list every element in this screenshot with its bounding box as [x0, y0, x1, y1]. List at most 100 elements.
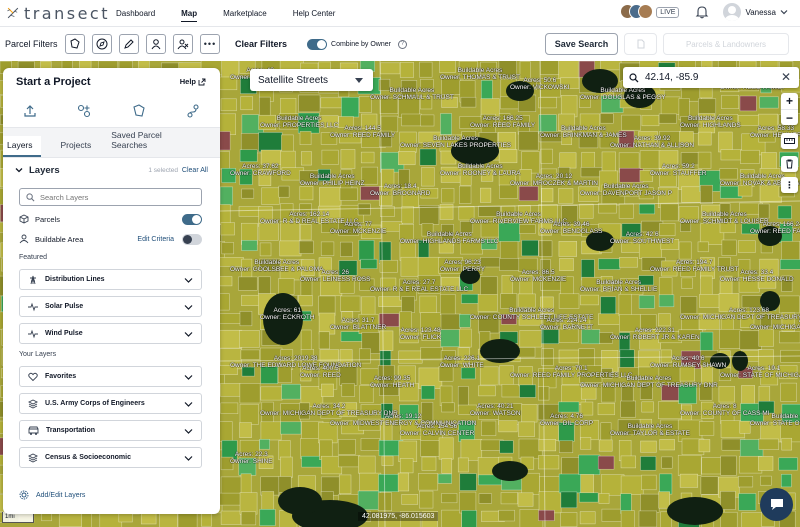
person-pin-icon — [19, 234, 29, 244]
map-style-select[interactable]: Satellite Streets — [250, 69, 373, 91]
featured-distribution-lines[interactable]: Distribution Lines — [19, 269, 202, 290]
pencil-filter-button[interactable] — [119, 34, 139, 54]
layer-search-input[interactable] — [40, 192, 190, 202]
parcel-label: Buildable Acres Owner: THOMAS & TRUST — [440, 67, 520, 81]
coordinate-search[interactable]: ✕ — [623, 67, 799, 88]
parcel-label-acres: Acres: 224.24 — [546, 317, 587, 324]
user-name[interactable]: Vanessa — [745, 8, 776, 17]
parcel-label-acres: Acres: 400.5 — [302, 365, 339, 372]
parcel-label: Acres: 222.31 Owner: ROBERT JR & KAREN — [610, 327, 700, 341]
collaborator-avatars[interactable] — [620, 4, 654, 20]
external-link-icon — [198, 78, 206, 85]
layer-row-parcels: Parcels — [3, 210, 220, 228]
chat-button[interactable] — [760, 488, 793, 521]
filter-bar: Parcel Filters ••• Clear Filters Combine… — [0, 27, 800, 61]
delete-button[interactable] — [781, 156, 798, 172]
route-tool-button[interactable] — [183, 102, 203, 120]
combine-by-owner-toggle[interactable] — [307, 38, 328, 50]
buildable-area-toggle[interactable] — [182, 233, 202, 245]
layer-group-army-corps[interactable]: U.S. Army Corps of Engineers — [19, 393, 202, 414]
layer-search-box[interactable] — [19, 188, 202, 206]
upload-tool-button[interactable] — [20, 102, 40, 120]
featured-label: Featured — [19, 254, 48, 261]
nav-map[interactable]: Map — [181, 5, 198, 22]
clear-all-button[interactable]: Clear All — [182, 167, 208, 174]
layers-header[interactable]: Layers 1 selected Clear All — [3, 158, 220, 182]
tab-projects[interactable]: Projects — [61, 136, 92, 157]
parcel-label-acres: Acres: 39.46 — [553, 221, 590, 228]
compass-filter-button[interactable] — [92, 34, 112, 54]
clear-filters-button[interactable]: Clear Filters — [235, 39, 287, 49]
parcel-label-owner: Owner: CALVIN CENTER — [400, 430, 475, 437]
parcel-label-owner: Owner: SCHMAUL & TRUST — [370, 94, 454, 101]
nav-marketplace[interactable]: Marketplace — [223, 5, 267, 22]
parcel-label-owner: Owner: ROBERT JR & KAREN — [610, 334, 700, 341]
save-search-button[interactable]: Save Search — [545, 33, 618, 55]
parcels-toggle[interactable] — [182, 213, 202, 225]
help-link[interactable]: Help — [180, 77, 206, 86]
parcel-label-owner: Owner: STATE OF MICHIGAN — [720, 372, 800, 379]
close-icon[interactable]: ✕ — [781, 70, 791, 84]
parcel-label-acres: Acres: 33.4 — [740, 269, 774, 276]
buildable-area-label: Buildable Area — [35, 234, 84, 244]
nav-dashboard[interactable]: Dashboard — [116, 5, 155, 22]
parcel-label: Acres: 39.46 Owner: BENDGLASS — [540, 221, 603, 235]
parcel-label-owner: Owner: MCKENZIE — [330, 228, 387, 235]
measure-control — [781, 133, 798, 149]
nav-help-center[interactable]: Help Center — [293, 5, 336, 22]
parcel-label-acres: Buildable Acres — [687, 115, 733, 122]
parcel-label-acres: Acres: 40.6 — [671, 355, 705, 362]
owners-filter-button[interactable] — [173, 34, 193, 54]
parcel-label: Acres: 99.35 Owner: HEATH — [370, 375, 414, 389]
combine-by-owner-label: Combine by Owner — [331, 40, 391, 48]
tab-saved-parcel-searches[interactable]: Saved Parcel Searches — [111, 126, 200, 157]
more-map-button[interactable]: ⋮ — [781, 177, 798, 193]
owner-filter-button[interactable] — [146, 34, 166, 54]
zoom-out-button[interactable]: − — [781, 109, 798, 125]
coordinate-search-input[interactable] — [645, 72, 765, 83]
parcel-label-owner: Owner: STATE OF MICHIGAN — [750, 420, 800, 427]
add-shape-tool-button[interactable] — [74, 102, 94, 120]
map-style-value: Satellite Streets — [258, 74, 329, 86]
parcel-label-owner: Owner: PROPERTIES LLC — [260, 122, 339, 129]
parcel-label: Acres: 33.4 Owner: HESSE DONALD — [720, 269, 794, 283]
help-circle-icon[interactable]: ? — [397, 39, 407, 49]
edit-criteria-link[interactable]: Edit Criteria — [137, 236, 174, 243]
parcel-label: Acres: 86.5 Owner: MCKENZIE — [510, 269, 566, 283]
parcels-landowners-button[interactable]: Parcels & Landowners — [663, 33, 789, 55]
ruler-icon — [784, 138, 795, 144]
measure-button[interactable] — [781, 133, 798, 149]
zoom-in-button[interactable]: + — [781, 93, 798, 109]
add-edit-layers-link[interactable]: Add/Edit Layers — [19, 490, 85, 500]
map-shape-tool-button[interactable] — [129, 102, 149, 120]
live-badge: LIVE — [656, 6, 680, 18]
cursor-coordinates: 42.081975, -86.015603 — [358, 512, 439, 521]
tab-layers[interactable]: Layers — [3, 136, 41, 157]
featured-solar-pulse[interactable]: Solar Pulse — [19, 296, 202, 317]
solar-pulse-label: Solar Pulse — [45, 303, 84, 310]
add-shape-icon — [78, 104, 91, 118]
parcel-label-acres: Acres: 59.2 — [661, 163, 695, 170]
parcel-label-acres: Acres: 4.76 — [550, 413, 584, 420]
chevron-down-icon[interactable] — [780, 8, 788, 16]
more-icon: ••• — [203, 39, 217, 49]
pulse-icon — [28, 302, 38, 311]
pulse-icon — [28, 329, 38, 338]
parcel-label-acres: Acres: 162.14 — [289, 211, 330, 218]
parcel-label: Acres: 59.2 Owner: STAUFFER — [650, 163, 707, 177]
layer-group-favorites[interactable]: Favorites — [19, 366, 202, 387]
bell-icon[interactable] — [695, 5, 709, 19]
polygon-filter-button[interactable] — [65, 34, 85, 54]
layer-group-census[interactable]: Census & Socioeconomic — [19, 447, 202, 468]
parcel-label: Acres: 39.92 Owner: NATHAN & ALLISON — [610, 135, 694, 149]
more-filters-button[interactable]: ••• — [200, 34, 220, 54]
user-avatar[interactable] — [723, 3, 742, 21]
brand-logo[interactable]: transect — [6, 4, 110, 23]
featured-wind-pulse[interactable]: Wind Pulse — [19, 323, 202, 344]
export-button[interactable] — [624, 33, 657, 55]
parcel-label-acres: Acres: 226.1 — [443, 355, 481, 362]
parcel-label-owner: Owner: PERRY — [440, 266, 486, 273]
layer-group-transportation[interactable]: Transportation — [19, 420, 202, 441]
bus-icon — [28, 426, 39, 435]
census-label: Census & Socioeconomic — [45, 454, 131, 461]
